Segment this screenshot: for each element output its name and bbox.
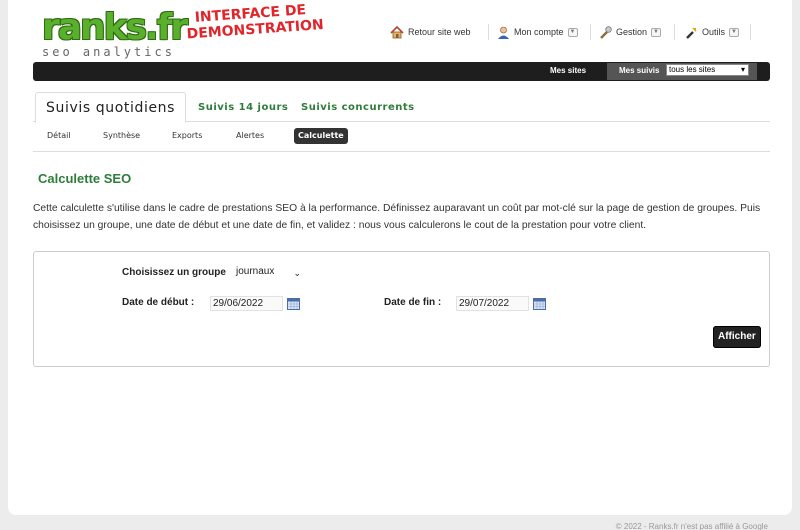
tab-suivis-quotidiens[interactable]: Suivis quotidiens	[35, 92, 187, 123]
page-title: Calculette SEO	[38, 171, 132, 186]
menu-gestion-label: Gestion	[616, 27, 648, 37]
end-date-input[interactable]: 29/07/2022	[456, 296, 529, 311]
afficher-button[interactable]: Afficher	[713, 326, 761, 348]
end-date-label: Date de fin :	[384, 297, 442, 308]
subtab-detail[interactable]: Détail	[47, 131, 71, 140]
menu-divider	[674, 24, 675, 40]
site-filter-value: tous les sites	[669, 65, 716, 74]
chevron-down-icon[interactable]: ▼	[651, 27, 662, 37]
chevron-down-icon: ⌄	[293, 268, 301, 278]
calendar-icon[interactable]	[287, 297, 300, 310]
menu-compte-label: Mon compte	[514, 27, 564, 37]
start-date-label: Date de début :	[122, 297, 195, 308]
site-nav-bar: Mes sites Mes suivis tous les sites ▾	[33, 62, 770, 81]
home-icon	[390, 25, 404, 39]
tab-suivis-14-jours[interactable]: Suivis 14 jours	[198, 102, 288, 113]
page-description: Cette calculette s'utilise dans le cadre…	[33, 203, 761, 231]
mes-sites-link[interactable]: Mes sites	[550, 66, 586, 75]
menu-divider	[750, 24, 751, 40]
group-select-value: journaux	[236, 266, 275, 277]
start-date-input[interactable]: 29/06/2022	[210, 296, 283, 311]
top-menu: Retour site web Mon compte ▼ Gestion ▼ O…	[8, 22, 792, 42]
menu-retour-site-web[interactable]: Retour site web	[390, 25, 471, 39]
footer-text: © 2022 - Ranks.fr n'est pas affilié à Go…	[615, 522, 768, 530]
calculator-form: Choisissez un groupe journaux ⌄ Date de …	[33, 251, 770, 367]
sub-tabs: Détail Synthèse Exports Alertes Calculet…	[33, 123, 770, 152]
subtab-exports[interactable]: Exports	[172, 131, 202, 140]
wrench-icon	[598, 25, 612, 39]
group-label: Choisissez un groupe	[122, 267, 226, 278]
menu-divider	[590, 24, 591, 40]
chevron-down-icon[interactable]: ▼	[729, 27, 740, 37]
menu-outils-label: Outils	[702, 27, 726, 37]
menu-retour-label: Retour site web	[408, 27, 471, 37]
menu-gestion[interactable]: Gestion ▼	[598, 25, 662, 39]
user-icon	[496, 25, 510, 39]
chevron-down-icon[interactable]: ▼	[567, 27, 578, 37]
menu-outils[interactable]: Outils ▼	[684, 25, 740, 39]
group-select[interactable]: journaux ⌄	[236, 265, 303, 280]
main-tabs: Suivis quotidiens Suivis 14 jours Suivis…	[33, 92, 770, 123]
logo-tagline: seo analytics	[42, 45, 175, 59]
subtab-alertes[interactable]: Alertes	[236, 131, 264, 140]
tab-suivis-concurrents[interactable]: Suivis concurrents	[301, 102, 415, 113]
subtab-synthese[interactable]: Synthèse	[103, 131, 140, 140]
site-filter-select[interactable]: tous les sites ▾	[666, 64, 749, 76]
mes-suivis-link[interactable]: Mes suivis	[619, 66, 659, 75]
page-container: ranks.fr seo analytics INTERFACE DE DEMO…	[8, 0, 792, 515]
calendar-icon[interactable]	[533, 297, 546, 310]
menu-mon-compte[interactable]: Mon compte ▼	[496, 25, 578, 39]
tools-icon	[684, 25, 698, 39]
chevron-down-icon: ▾	[740, 65, 745, 74]
subtab-calculette[interactable]: Calculette	[294, 128, 348, 144]
menu-divider	[488, 24, 489, 40]
